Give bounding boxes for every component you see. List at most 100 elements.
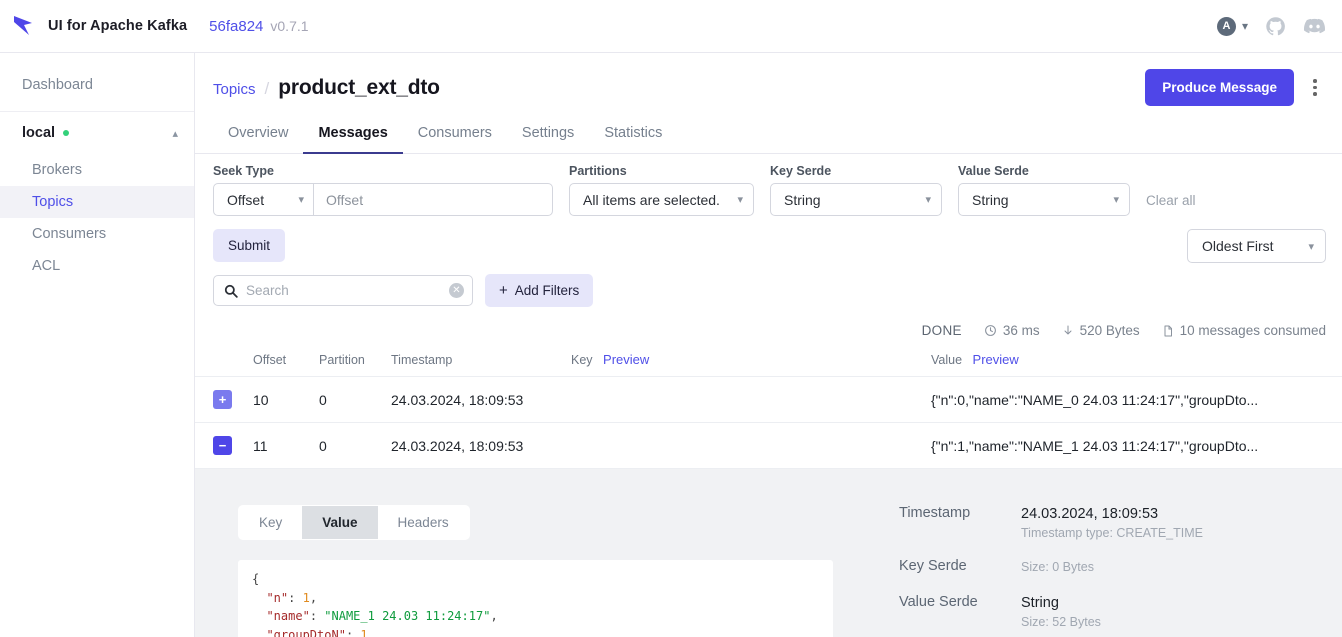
tab-headers[interactable]: Headers [377, 506, 469, 539]
json-colon: : [288, 590, 303, 605]
message-metadata-pane: Timestamp 24.03.2024, 18:09:53 Timestamp… [877, 487, 1342, 637]
cell-offset: 10 [247, 376, 313, 423]
theme-switcher[interactable]: A ▾ [1216, 16, 1248, 36]
meta-key-serde: Key Serde Size: 0 Bytes [899, 558, 1322, 576]
tab-consumers[interactable]: Consumers [403, 116, 507, 154]
col-key: Key Preview [565, 346, 925, 377]
sidebar: Dashboard local ▴ Brokers Topics Consume… [0, 53, 195, 637]
breadcrumb-topics-link[interactable]: Topics [213, 81, 256, 98]
top-bar: UI for Apache Kafka 56fa824 v0.7.1 A ▾ [0, 0, 1342, 53]
breadcrumb: Topics / product_ext_dto [213, 76, 440, 100]
sidebar-item-topics[interactable]: Topics [0, 186, 194, 218]
col-offset[interactable]: Offset [247, 346, 313, 377]
bytes-stat: 520 Bytes [1062, 323, 1140, 338]
key-preview-link[interactable]: Preview [603, 352, 649, 367]
cell-key [565, 422, 925, 469]
json-value: 1 [302, 590, 310, 605]
key-serde-select[interactable]: String ▾ [770, 183, 942, 216]
page-header-actions: Produce Message [1145, 69, 1326, 106]
expand-row-button[interactable]: + [213, 390, 232, 409]
col-value-label: Value [931, 353, 963, 367]
filters-panel: Seek Type Offset ▾ Partitions All items … [195, 154, 1342, 307]
tab-value[interactable]: Value [302, 506, 378, 539]
bytes-value: 520 Bytes [1079, 323, 1140, 338]
col-partition[interactable]: Partition [313, 346, 385, 377]
submit-button[interactable]: Submit [213, 229, 286, 262]
fetch-stats: DONE 36 ms 520 Bytes 10 messages consume… [195, 307, 1342, 346]
sort-order-select[interactable]: Oldest First ▾ [1187, 229, 1326, 263]
sidebar-item-consumers[interactable]: Consumers [0, 218, 194, 250]
version-info: 56fa824 v0.7.1 [209, 18, 308, 35]
cluster-name: local [22, 125, 56, 141]
brand-name: UI for Apache Kafka [48, 18, 188, 34]
message-content-tabs: Key Value Headers [238, 505, 470, 540]
meta-main-value: String [1021, 595, 1059, 611]
partitions-select[interactable]: All items are selected. ▾ [569, 183, 754, 216]
clear-all-link[interactable]: Clear all [1146, 193, 1196, 216]
brand[interactable]: UI for Apache Kafka [12, 13, 187, 39]
produce-message-button[interactable]: Produce Message [1145, 69, 1294, 106]
commit-hash[interactable]: 56fa824 [209, 18, 263, 35]
message-content-pane: Key Value Headers { "n": 1, "name": "NAM… [195, 487, 877, 637]
chevron-up-icon[interactable]: ▴ [172, 127, 178, 140]
github-icon[interactable] [1265, 16, 1286, 37]
search-input[interactable] [246, 283, 441, 298]
json-open-brace: { [252, 572, 260, 586]
table-header-row: Offset Partition Timestamp Key Preview V… [195, 346, 1342, 377]
cell-timestamp: 24.03.2024, 18:09:53 [385, 376, 565, 423]
topic-tabs: Overview Messages Consumers Settings Sta… [195, 116, 1342, 154]
tab-messages[interactable]: Messages [303, 116, 403, 154]
col-key-label: Key [571, 353, 593, 367]
meta-sub-value: Size: 52 Bytes [1021, 615, 1101, 629]
sidebar-cluster-local[interactable]: local ▴ [0, 112, 194, 154]
key-serde-value: String [784, 191, 821, 208]
seek-type-label: Seek Type [213, 164, 274, 178]
meta-timestamp: Timestamp 24.03.2024, 18:09:53 Timestamp… [899, 505, 1322, 540]
cell-value: {"n":1,"name":"NAME_1 24.03 11:24:17","g… [925, 422, 1342, 469]
clear-search-icon[interactable]: ✕ [449, 283, 464, 298]
cell-offset: 11 [247, 422, 313, 469]
more-options-icon[interactable] [1304, 75, 1326, 100]
seek-value-input[interactable] [314, 184, 552, 215]
tab-overview[interactable]: Overview [213, 116, 303, 154]
message-detail-panel: Key Value Headers { "n": 1, "name": "NAM… [195, 469, 1342, 637]
chevron-down-icon: ▾ [1113, 194, 1119, 206]
tab-key[interactable]: Key [239, 506, 303, 539]
sidebar-item-dashboard[interactable]: Dashboard [0, 71, 194, 99]
page-header: Topics / product_ext_dto Produce Message [195, 53, 1342, 116]
partitions-value: All items are selected. [583, 191, 720, 208]
sidebar-item-brokers[interactable]: Brokers [0, 154, 194, 186]
json-comma: , [309, 590, 318, 605]
search-box[interactable]: ✕ [213, 275, 473, 306]
add-filters-button[interactable]: + Add Filters [485, 274, 594, 307]
chevron-down-icon: ▾ [737, 194, 743, 206]
plus-icon: + [499, 282, 508, 299]
value-serde-select[interactable]: String ▾ [958, 183, 1130, 216]
seek-type-select[interactable]: Offset ▾ [214, 184, 314, 215]
messages-table-head: Offset Partition Timestamp Key Preview V… [195, 346, 1342, 377]
download-arrow-icon [1064, 325, 1072, 335]
value-serde-label: Value Serde [958, 164, 1029, 178]
meta-values: String Size: 52 Bytes [1021, 594, 1101, 629]
theme-avatar-icon: A [1216, 16, 1236, 36]
key-serde-label: Key Serde [770, 164, 832, 178]
meta-label: Key Serde [899, 558, 967, 574]
discord-icon[interactable] [1303, 15, 1326, 38]
seek-combo: Offset ▾ [213, 183, 553, 216]
kafka-logo-icon [14, 16, 32, 35]
json-comma: , [490, 609, 498, 624]
cell-key [565, 376, 925, 423]
cell-timestamp: 24.03.2024, 18:09:53 [385, 422, 565, 469]
search-icon [224, 284, 238, 298]
tab-settings[interactable]: Settings [507, 116, 589, 154]
message-value-json: { "n": 1, "name": "NAME_1 24.03 11:24:17… [238, 560, 833, 637]
value-preview-link[interactable]: Preview [973, 352, 1019, 367]
tab-statistics[interactable]: Statistics [589, 116, 677, 154]
table-row[interactable]: + 10 0 24.03.2024, 18:09:53 {"n":0,"name… [195, 376, 1342, 423]
elapsed-stat: 36 ms [984, 323, 1040, 338]
partitions-label: Partitions [569, 164, 627, 178]
table-row[interactable]: − 11 0 24.03.2024, 18:09:53 {"n":1,"name… [195, 422, 1342, 469]
sidebar-item-acl[interactable]: ACL [0, 250, 194, 282]
col-timestamp[interactable]: Timestamp [385, 346, 565, 377]
collapse-row-button[interactable]: − [213, 436, 232, 455]
